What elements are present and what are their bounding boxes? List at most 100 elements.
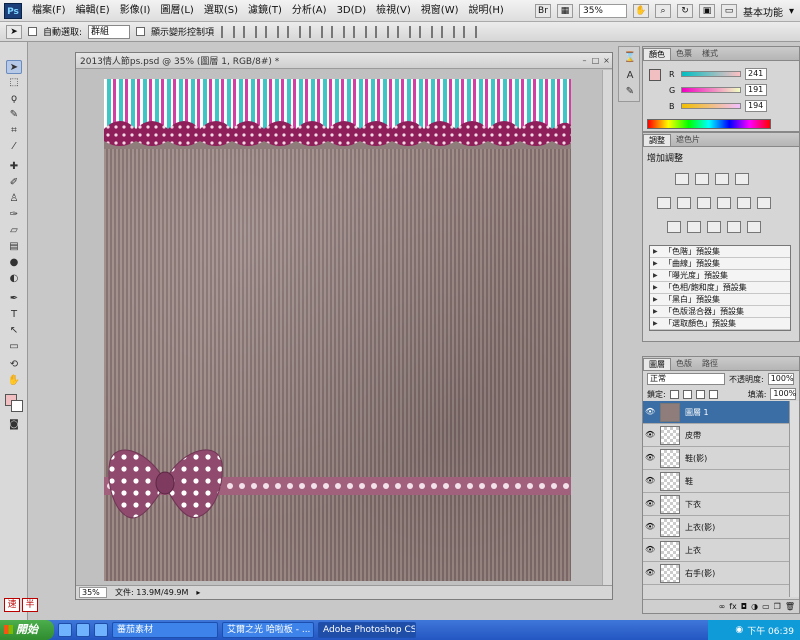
dodge-tool-icon[interactable]: ◐: [6, 272, 22, 286]
move-tool-icon[interactable]: ➤: [6, 60, 22, 74]
clone-stamp-tool-icon[interactable]: ♙: [6, 192, 22, 206]
show-transform-checkbox[interactable]: [136, 27, 146, 36]
layers-scrollbar[interactable]: [789, 401, 799, 597]
tab-swatches[interactable]: 色票: [671, 48, 697, 60]
layer-row[interactable]: 👁 鞋: [643, 470, 789, 493]
menu-layer[interactable]: 圖層(L): [155, 0, 198, 22]
preset-black-white[interactable]: 「黑白」預設集: [650, 294, 790, 306]
eye-icon[interactable]: 👁: [645, 522, 655, 532]
minimize-icon[interactable]: –: [580, 56, 589, 65]
crop-tool-icon[interactable]: ⌗: [6, 124, 22, 138]
align-right-icon[interactable]: [331, 25, 346, 38]
tray-icon[interactable]: ◉: [735, 625, 743, 635]
history-panel-icon[interactable]: ⌛: [622, 51, 638, 65]
quick-select-tool-icon[interactable]: ✎: [6, 108, 22, 122]
align-top-icon[interactable]: [221, 25, 236, 38]
healing-brush-tool-icon[interactable]: ✚: [6, 160, 22, 174]
preset-levels[interactable]: 「色階」預設集: [650, 246, 790, 258]
preset-channel-mixer[interactable]: 「色版混合器」預設集: [650, 306, 790, 318]
eraser-tool-icon[interactable]: ▱: [6, 224, 22, 238]
zoom-level-select[interactable]: 35%: [578, 4, 627, 18]
clock[interactable]: 下午 06:39: [747, 624, 794, 637]
eye-icon[interactable]: 👁: [645, 453, 655, 463]
distribute-right-icon[interactable]: [463, 25, 478, 38]
menu-file[interactable]: 檔案(F): [27, 0, 71, 22]
new-layer-icon[interactable]: ❐: [774, 602, 781, 611]
g-slider[interactable]: [681, 87, 741, 93]
tab-masks[interactable]: 遮色片: [671, 134, 705, 146]
quick-mask-icon[interactable]: ◙: [6, 418, 22, 432]
selective-color-icon[interactable]: [747, 221, 761, 233]
blur-tool-icon[interactable]: ●: [6, 256, 22, 270]
zoom-tool-icon[interactable]: ⌕: [654, 4, 671, 18]
maximize-icon[interactable]: □: [591, 56, 600, 65]
taskbar-item-photoshop[interactable]: Adobe Photoshop CS4...: [318, 622, 416, 638]
workspace-dropdown-icon[interactable]: ▾: [789, 6, 794, 17]
preset-exposure[interactable]: 「曝光度」預設集: [650, 270, 790, 282]
channel-mixer-icon[interactable]: [757, 197, 771, 209]
hand-tool-icon[interactable]: ✋: [632, 4, 649, 18]
g-value-input[interactable]: 191: [745, 84, 767, 96]
lasso-tool-icon[interactable]: ϙ: [6, 92, 22, 106]
move-tool-preset-icon[interactable]: ➤: [6, 24, 22, 39]
document-size-info[interactable]: 文件: 13.9M/49.9M: [115, 587, 188, 598]
history-brush-tool-icon[interactable]: ✑: [6, 208, 22, 222]
rotate-view-icon[interactable]: ↻: [676, 4, 693, 18]
path-selection-tool-icon[interactable]: ↖: [6, 324, 22, 338]
type-tool-icon[interactable]: T: [6, 308, 22, 322]
tab-paths[interactable]: 路徑: [697, 358, 723, 370]
align-hcenter-icon[interactable]: [309, 25, 324, 38]
align-bottom-icon[interactable]: [265, 25, 280, 38]
link-layers-icon[interactable]: ∞: [719, 602, 726, 611]
delete-layer-icon[interactable]: 🗑: [785, 602, 795, 611]
b-slider[interactable]: [681, 103, 741, 109]
current-color-swatch[interactable]: [649, 69, 661, 81]
background-color-swatch[interactable]: [11, 400, 23, 412]
layer-row[interactable]: 👁 上衣: [643, 539, 789, 562]
blend-mode-select[interactable]: 正常: [647, 373, 725, 385]
document-zoom-field[interactable]: 35%: [79, 587, 107, 598]
layer-row[interactable]: 👁 皮帶: [643, 424, 789, 447]
gradient-tool-icon[interactable]: ▤: [6, 240, 22, 254]
eye-icon[interactable]: 👁: [645, 568, 655, 578]
preset-selective-color[interactable]: 「選取顏色」預設集: [650, 318, 790, 330]
eye-icon[interactable]: 👁: [645, 476, 655, 486]
menu-window[interactable]: 視窗(W): [416, 0, 464, 22]
distribute-vcenter-icon[interactable]: [375, 25, 390, 38]
align-vcenter-icon[interactable]: [243, 25, 258, 38]
start-button[interactable]: 開始: [0, 620, 54, 640]
hand-tool-icon[interactable]: ✋: [6, 374, 22, 388]
tab-channels[interactable]: 色版: [671, 358, 697, 370]
black-white-icon[interactable]: [717, 197, 731, 209]
menu-analysis[interactable]: 分析(A): [287, 0, 332, 22]
ime-mode-half[interactable]: 半: [22, 598, 38, 612]
align-left-icon[interactable]: [287, 25, 302, 38]
tab-color[interactable]: 顏色: [643, 48, 671, 60]
layer-style-icon[interactable]: fx: [729, 602, 737, 611]
gradient-map-icon[interactable]: [727, 221, 741, 233]
lock-position-icon[interactable]: [695, 389, 705, 399]
brush-panel-icon[interactable]: ✎: [622, 85, 638, 99]
menu-edit[interactable]: 編輯(E): [71, 0, 115, 22]
adjustment-layer-icon[interactable]: ◑: [751, 602, 758, 611]
distribute-top-icon[interactable]: [353, 25, 368, 38]
taskbar-item-browser[interactable]: 艾爾之光 哈啦板 - ...: [222, 622, 314, 638]
lock-all-icon[interactable]: [708, 389, 718, 399]
lock-image-icon[interactable]: [682, 389, 692, 399]
opacity-input[interactable]: 100%: [767, 373, 794, 385]
layer-row[interactable]: 👁 右手(影): [643, 562, 789, 585]
layer-row[interactable]: 👁 圖層 1: [643, 401, 789, 424]
arrange-documents-icon[interactable]: ▣: [698, 4, 715, 18]
distribute-hcenter-icon[interactable]: [441, 25, 456, 38]
brightness-contrast-icon[interactable]: [675, 173, 689, 185]
eye-icon[interactable]: 👁: [645, 499, 655, 509]
photo-filter-icon[interactable]: [737, 197, 751, 209]
photoshop-logo-icon[interactable]: Ps: [4, 2, 22, 19]
levels-icon[interactable]: [695, 173, 709, 185]
menu-3d[interactable]: 3D(D): [332, 0, 372, 22]
distribute-bottom-icon[interactable]: [397, 25, 412, 38]
view-extras-icon[interactable]: ▦: [556, 4, 573, 18]
menu-select[interactable]: 選取(S): [199, 0, 243, 22]
auto-select-checkbox[interactable]: [28, 27, 37, 36]
menu-view[interactable]: 檢視(V): [371, 0, 416, 22]
